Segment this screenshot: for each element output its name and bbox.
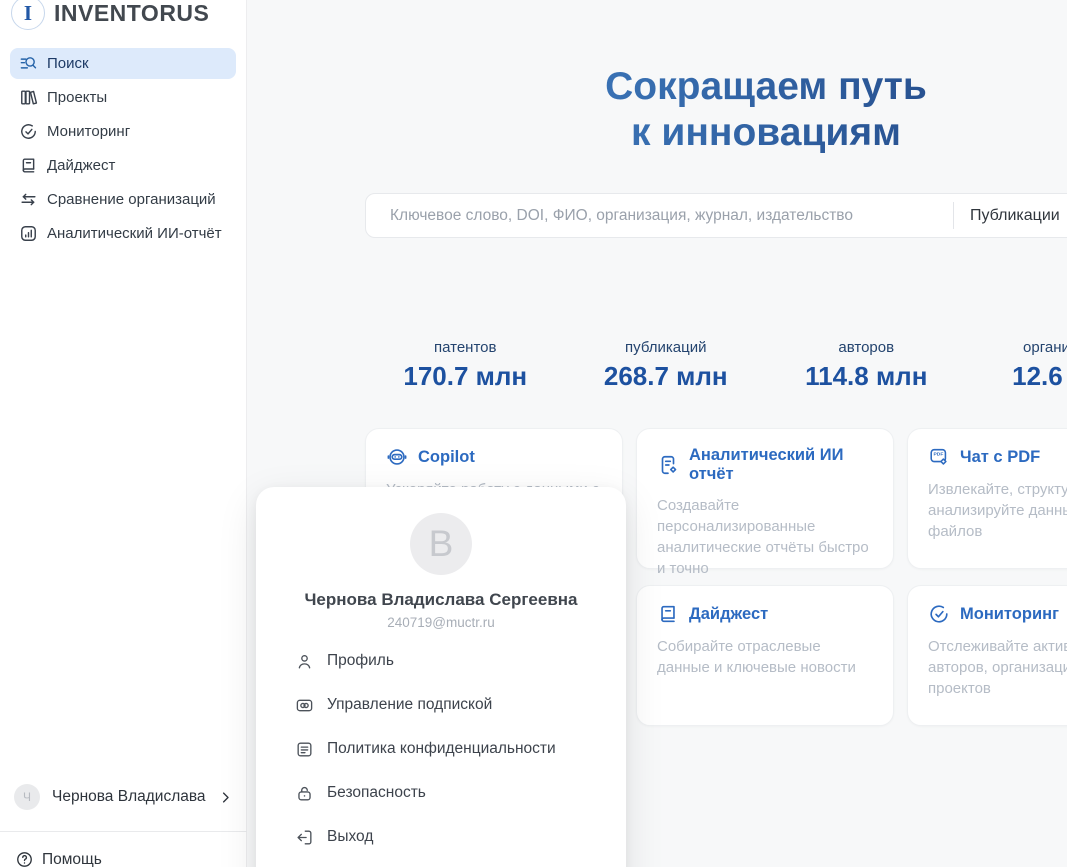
stat-value: 268.7 млн (566, 361, 767, 392)
bar-chart-icon (19, 224, 38, 243)
menu-item-profile[interactable]: Профиль (295, 639, 606, 683)
subscription-card-icon (295, 696, 314, 715)
menu-item-logout[interactable]: Выход (295, 815, 606, 859)
compare-arrows-icon (19, 190, 38, 209)
menu-item-security[interactable]: Безопасность (295, 771, 606, 815)
stat-label: авторов (766, 339, 967, 356)
stat-value: 170.7 млн (365, 361, 566, 392)
logout-icon (295, 828, 314, 847)
stats-row: патентов 170.7 млн публикаций 268.7 млн … (365, 339, 1067, 392)
sidebar-item-label: Поиск (47, 55, 89, 72)
stat-publications: публикаций 268.7 млн (566, 339, 767, 392)
lock-icon (295, 784, 314, 803)
policy-document-icon (295, 740, 314, 759)
menu-item-label: Выход (327, 828, 373, 846)
card-analytical-ai-report[interactable]: Аналитический ИИ отчёт Создавайте персон… (636, 428, 894, 569)
sidebar-nav: Поиск Проекты Мониторинг (0, 48, 246, 249)
menu-item-label: Политика конфиденциальности (327, 740, 556, 758)
pdf-chat-icon: PDF (928, 446, 950, 468)
stat-authors: авторов 114.8 млн (766, 339, 967, 392)
sidebar-item-label: Мониторинг (47, 123, 130, 140)
hero-title-line2: к инновациям (365, 110, 1067, 156)
brand-logo-icon: I (11, 0, 45, 30)
monitoring-circle-icon (928, 603, 950, 625)
card-title: Дайджест (689, 605, 768, 624)
sidebar-item-monitoring[interactable]: Мониторинг (10, 116, 236, 147)
card-title: Аналитический ИИ отчёт (689, 446, 873, 484)
search-scope-select[interactable]: Публикации (954, 207, 1067, 225)
sidebar-item-digest[interactable]: Дайджест (10, 150, 236, 181)
card-description: Собирайте отраслевые данные и ключевые н… (657, 636, 873, 678)
stat-label: патентов (365, 339, 566, 356)
search-input[interactable] (366, 194, 953, 237)
profile-email: 240719@muctr.ru (256, 615, 626, 630)
avatar: Ч (14, 784, 40, 810)
digest-icon (19, 156, 38, 175)
stat-label: организаций (967, 339, 1067, 356)
card-description: Извлекайте, структурируйте, анализируйте… (928, 479, 1067, 542)
card-title: Чат с PDF (960, 448, 1040, 467)
brand-name: INVENTORUS (54, 0, 209, 27)
help-label: Помощь (42, 851, 102, 867)
card-title: Мониторинг (960, 605, 1059, 624)
ai-report-document-icon (657, 454, 679, 476)
sidebar-divider (0, 831, 247, 832)
sidebar: I INVENTORUS Поиск Проекты (0, 0, 247, 867)
monitoring-icon (19, 122, 38, 141)
search-bar: Публикации (365, 193, 1067, 238)
menu-item-label: Управление подпиской (327, 696, 492, 714)
search-scope-value: Публикации (970, 207, 1060, 225)
card-title: Copilot (418, 448, 475, 467)
sidebar-item-label: Дайджест (47, 157, 115, 174)
card-monitoring[interactable]: Мониторинг Отслеживайте активность автор… (907, 585, 1067, 726)
sidebar-item-projects[interactable]: Проекты (10, 82, 236, 113)
sidebar-user-name: Чернова Владислава (52, 788, 206, 806)
card-pdf-chat[interactable]: PDF Чат с PDF Извлекайте, структурируйте… (907, 428, 1067, 569)
card-description: Создавайте персонализированные аналитиче… (657, 495, 873, 579)
digest-book-icon (657, 603, 679, 625)
stat-label: публикаций (566, 339, 767, 356)
stat-organizations: организаций 12.6 млн (967, 339, 1067, 392)
hero: Сокращаем путь к инновациям (365, 64, 1067, 156)
card-description: Отслеживайте активность авторов, организ… (928, 636, 1067, 699)
menu-item-subscription[interactable]: Управление подпиской (295, 683, 606, 727)
sidebar-item-analytical-ai-report[interactable]: Аналитический ИИ-отчёт (10, 218, 236, 249)
help-icon (15, 850, 34, 867)
user-icon (295, 652, 314, 671)
stat-value: 12.6 млн (967, 361, 1067, 392)
projects-icon (19, 88, 38, 107)
brand-logo: I INVENTORUS (0, 0, 246, 35)
menu-item-label: Профиль (327, 652, 394, 670)
copilot-robot-icon (386, 446, 408, 468)
help-button[interactable]: Помощь (15, 850, 102, 867)
sidebar-item-compare-organizations[interactable]: Сравнение организаций (10, 184, 236, 215)
stat-value: 114.8 млн (766, 361, 967, 392)
sidebar-item-label: Аналитический ИИ-отчёт (47, 225, 222, 242)
brand-logo-letter: I (24, 3, 32, 24)
menu-item-label: Безопасность (327, 784, 426, 802)
sidebar-item-search[interactable]: Поиск (10, 48, 236, 79)
profile-menu: Профиль Управление подпиской Политика ко… (256, 639, 626, 859)
chevron-right-icon (218, 790, 233, 805)
svg-text:PDF: PDF (934, 452, 944, 458)
sidebar-item-label: Сравнение организаций (47, 191, 216, 208)
search-icon (19, 54, 38, 73)
profile-popup: В Чернова Владислава Сергеевна 240719@mu… (256, 487, 626, 867)
profile-name: Чернова Владислава Сергеевна (256, 590, 626, 610)
card-digest[interactable]: Дайджест Собирайте отраслевые данные и к… (636, 585, 894, 726)
menu-item-privacy-policy[interactable]: Политика конфиденциальности (295, 727, 606, 771)
sidebar-item-label: Проекты (47, 89, 107, 106)
sidebar-user-button[interactable]: Ч Чернова Владислава (14, 783, 233, 811)
stat-patents: патентов 170.7 млн (365, 339, 566, 392)
hero-title-line1: Сокращаем путь (365, 64, 1067, 110)
avatar: В (410, 513, 472, 575)
